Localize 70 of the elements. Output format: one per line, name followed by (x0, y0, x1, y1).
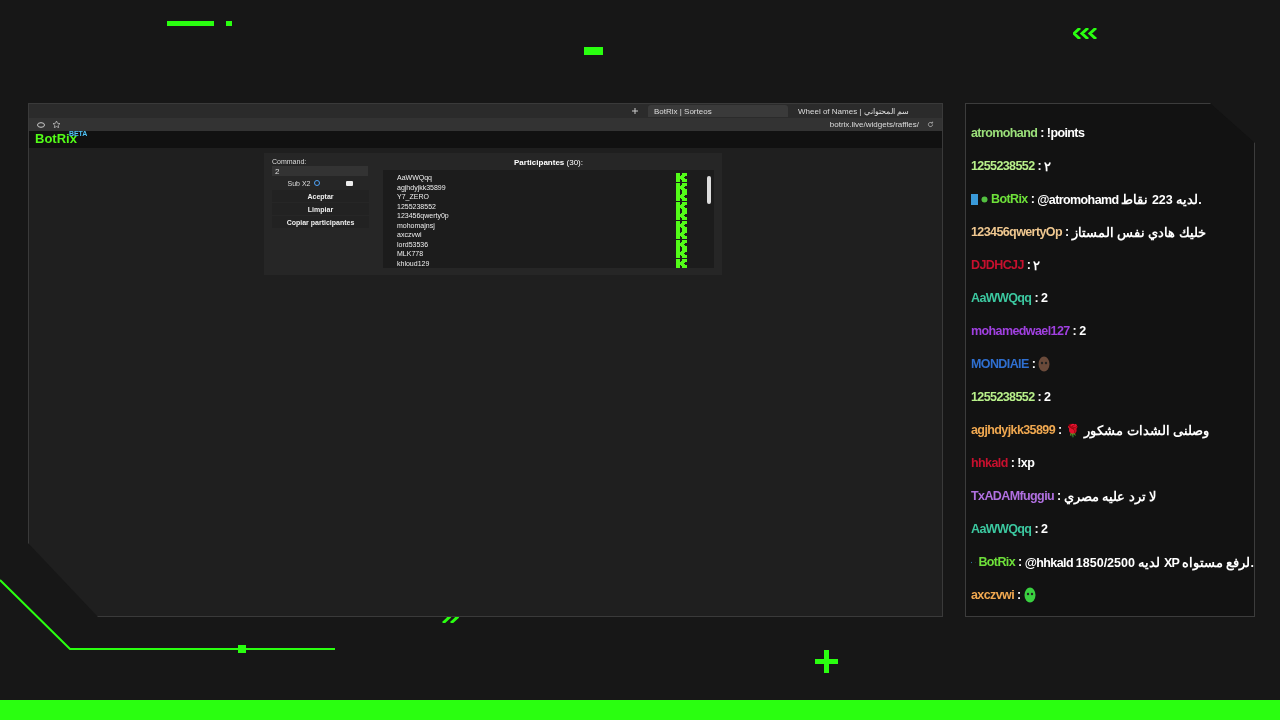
chat-message: !points (1046, 126, 1085, 140)
colon: : (1026, 258, 1031, 272)
chat-message: 2 (1044, 390, 1051, 404)
chat-username[interactable]: agjhdyjkk35899 (971, 423, 1056, 437)
kick-icon (676, 258, 688, 268)
chat-message: @atromohamd لديه 223 نقاط. (1037, 191, 1202, 207)
plus-icon[interactable] (632, 108, 638, 114)
kick-icon (676, 192, 688, 202)
plus-icon (814, 649, 839, 674)
chat-username[interactable]: axczvwi (971, 588, 1015, 602)
chat-username[interactable]: MONDIAIE (971, 357, 1029, 371)
kick-icon (676, 211, 688, 221)
browser-tab[interactable]: BotRix | Sorteos (648, 105, 788, 117)
chat-message: ٢ (1044, 158, 1052, 174)
colon: : (1057, 489, 1061, 503)
kick-icon (676, 182, 688, 192)
colon: : (1017, 588, 1021, 602)
decor-dash (584, 47, 603, 55)
colon: : (1058, 423, 1062, 437)
command-field[interactable]: 2 (272, 166, 368, 176)
info-icon[interactable] (314, 180, 321, 186)
chat-username[interactable]: mohamedwael127 (971, 324, 1070, 338)
chat-message: لا ترد عليه مصري (1063, 488, 1157, 504)
chat-username[interactable]: 1255238552 (971, 159, 1035, 173)
star-icon[interactable] (53, 121, 60, 128)
colon: : (1040, 126, 1044, 140)
emote-icon (1038, 356, 1051, 372)
colon: : (1037, 159, 1042, 173)
decor-dash (167, 21, 214, 26)
kick-icon (676, 249, 688, 259)
chat-username[interactable]: TxADAMfuggiu (971, 489, 1055, 503)
address-bar[interactable]: botrix.live/widgets/raffles/ (829, 120, 919, 129)
decor-dash (226, 21, 232, 26)
chat-username[interactable]: BotRix (978, 555, 1016, 569)
participants-title: Participantes (30): (514, 158, 583, 167)
kick-icon (676, 201, 688, 211)
checkbox[interactable] (346, 180, 354, 186)
kick-icon (676, 239, 688, 249)
chat-message: 2 (1040, 291, 1048, 305)
kick-icon (676, 230, 688, 240)
colon: : (1072, 324, 1077, 338)
chat-message: خليك هادي نفس المستاز (1071, 224, 1206, 240)
chat-username[interactable]: AaWWQqq (971, 291, 1032, 305)
chat-username[interactable]: BotRix (991, 192, 1028, 206)
chat-message: !xp (1017, 456, 1035, 470)
colon: : (1034, 291, 1038, 305)
browser-tab[interactable]: Wheel of Names | سم المحتواني (792, 105, 932, 117)
emote-icon (1023, 587, 1036, 603)
scrollbar-thumb[interactable] (707, 176, 711, 204)
chat-username[interactable]: atromohand (971, 126, 1038, 140)
chat-message: @hhkald لديه 1850/2500 XP لرفع مستواه. (1024, 554, 1254, 570)
colon: : (1031, 357, 1036, 371)
chat-message: ٢ (1033, 257, 1041, 273)
chat-message: 2 (1079, 324, 1086, 338)
colon: : (1018, 555, 1022, 569)
chat-message: 2 (1040, 522, 1048, 536)
colon: : (1034, 522, 1038, 536)
colon: : (1037, 390, 1042, 404)
verified-icon (981, 195, 988, 203)
colon: : (1010, 456, 1015, 470)
chat-username[interactable]: 1255238552 (971, 390, 1035, 404)
colon: : (1064, 225, 1069, 239)
kick-icon (676, 220, 688, 230)
kick-icon (676, 173, 688, 183)
chat-message: وصلنى الشدات مشكور 🌹 (1064, 422, 1210, 438)
reload-icon[interactable] (927, 121, 934, 128)
colon: : (1030, 192, 1035, 206)
chat-username[interactable]: AaWWQqq (971, 522, 1032, 536)
eye-icon[interactable] (37, 121, 45, 128)
chat-username[interactable]: 123456qwertyOp (971, 225, 1062, 239)
